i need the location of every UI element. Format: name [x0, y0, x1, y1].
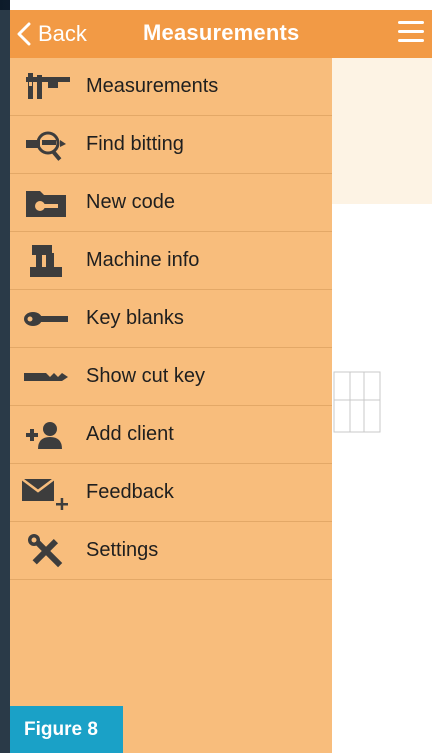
side-drawer-menu: Measurements Find bitting New code Machi…: [10, 58, 332, 753]
chevron-left-icon: [17, 22, 31, 46]
key-magnifier-icon: [26, 131, 66, 161]
menu-item-new-code[interactable]: New code: [10, 174, 332, 232]
cut-key-icon: [24, 372, 68, 381]
back-label: Back: [38, 21, 87, 46]
menu-item-key-blanks[interactable]: Key blanks: [10, 290, 332, 348]
menu-item-label: Add client: [86, 423, 174, 445]
menu-item-machine-info[interactable]: Machine info: [10, 232, 332, 290]
hamburger-icon: [398, 21, 424, 24]
add-user-icon: [26, 421, 62, 449]
caliper-icon: [26, 72, 70, 99]
hamburger-menu-button[interactable]: [398, 21, 424, 47]
menu-item-label: Settings: [86, 539, 159, 561]
folder-key-icon: [26, 190, 66, 217]
figure-caption-badge: Figure 8: [10, 706, 123, 753]
tools-icon: [28, 533, 63, 567]
menu-item-feedback[interactable]: Feedback: [10, 464, 332, 522]
menu-item-measurements[interactable]: Measurements: [10, 58, 332, 116]
menu-item-label: New code: [86, 191, 175, 213]
app-screen: Back Measurements Measurements Find bitt…: [10, 0, 432, 753]
menu-item-label: Key blanks: [86, 307, 184, 329]
mail-plus-icon: [21, 477, 68, 510]
machine-icon: [30, 244, 62, 277]
faded-key-drawing: [333, 371, 381, 433]
page-title: Measurements: [143, 20, 300, 45]
menu-item-find-bitting[interactable]: Find bitting: [10, 116, 332, 174]
menu-item-add-client[interactable]: Add client: [10, 406, 332, 464]
content-panel: [330, 58, 432, 204]
navigation-bar: Back Measurements: [10, 10, 432, 58]
back-button[interactable]: Back: [16, 10, 87, 58]
menu-item-label: Feedback: [86, 481, 174, 503]
key-icon: [24, 311, 68, 326]
menu-item-label: Find bitting: [86, 133, 184, 155]
menu-item-settings[interactable]: Settings: [10, 522, 332, 580]
menu-item-show-cut-key[interactable]: Show cut key: [10, 348, 332, 406]
menu-item-label: Show cut key: [86, 365, 205, 387]
menu-item-label: Measurements: [86, 75, 219, 97]
menu-item-label: Machine info: [86, 249, 200, 271]
